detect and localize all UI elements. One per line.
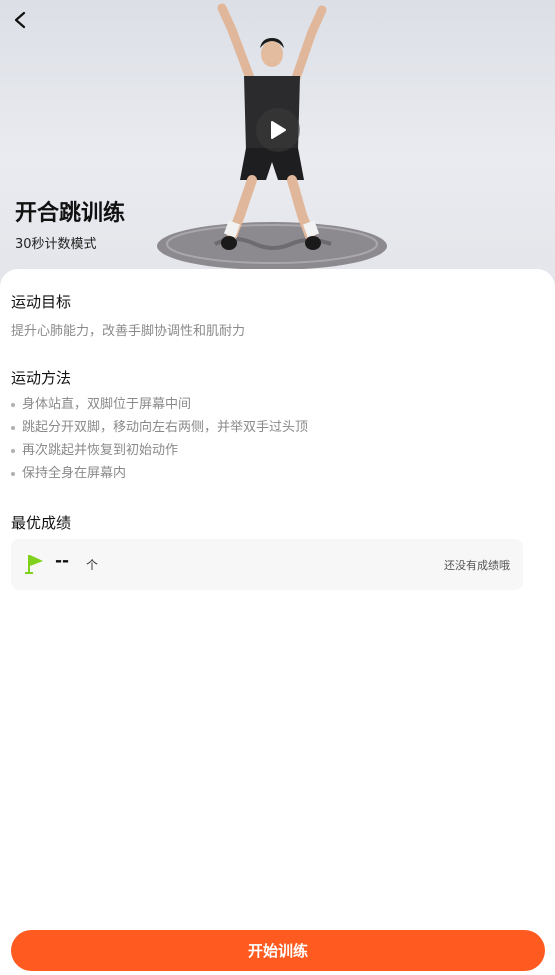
detail-panel: 运动目标 提升心肺能力，改善手脚协调性和肌耐力 运动方法 身体站直，双脚位于屏幕… xyxy=(0,269,555,975)
play-button[interactable] xyxy=(256,108,300,152)
best-title: 最优成绩 xyxy=(11,514,72,532)
method-steps-list: 身体站直，双脚位于屏幕中间 跳起分开双脚，移动向左右两侧，并举双手过头顶 再次跳… xyxy=(11,393,308,485)
chevron-left-icon xyxy=(14,11,26,29)
best-score-value: -- xyxy=(55,551,70,571)
goal-text: 提升心肺能力，改善手脚协调性和肌耐力 xyxy=(11,324,246,339)
mode-subtitle: 30秒计数模式 xyxy=(15,237,97,252)
play-icon xyxy=(271,121,286,139)
page-title: 开合跳训练 xyxy=(15,201,126,226)
method-step: 再次跳起并恢复到初始动作 xyxy=(11,439,308,462)
bullet-dot-icon xyxy=(11,448,15,453)
bullet-dot-icon xyxy=(11,402,15,407)
method-title: 运动方法 xyxy=(11,369,72,387)
best-score-card: -- 个 还没有成绩哦 xyxy=(11,539,523,590)
exercise-video-cover[interactable]: 开合跳训练 30秒计数模式 xyxy=(0,0,555,290)
back-button[interactable] xyxy=(8,8,32,32)
start-training-button[interactable]: 开始训练 xyxy=(11,930,545,971)
method-step: 身体站直，双脚位于屏幕中间 xyxy=(11,393,308,416)
bullet-dot-icon xyxy=(11,471,15,476)
goal-title: 运动目标 xyxy=(11,293,72,311)
bullet-dot-icon xyxy=(11,425,15,430)
best-score-unit: 个 xyxy=(86,558,99,572)
method-step: 保持全身在屏幕内 xyxy=(11,462,308,485)
no-record-note: 还没有成绩哦 xyxy=(444,559,510,572)
flag-icon xyxy=(25,555,43,574)
method-step: 跳起分开双脚，移动向左右两侧，并举双手过头顶 xyxy=(11,416,308,439)
